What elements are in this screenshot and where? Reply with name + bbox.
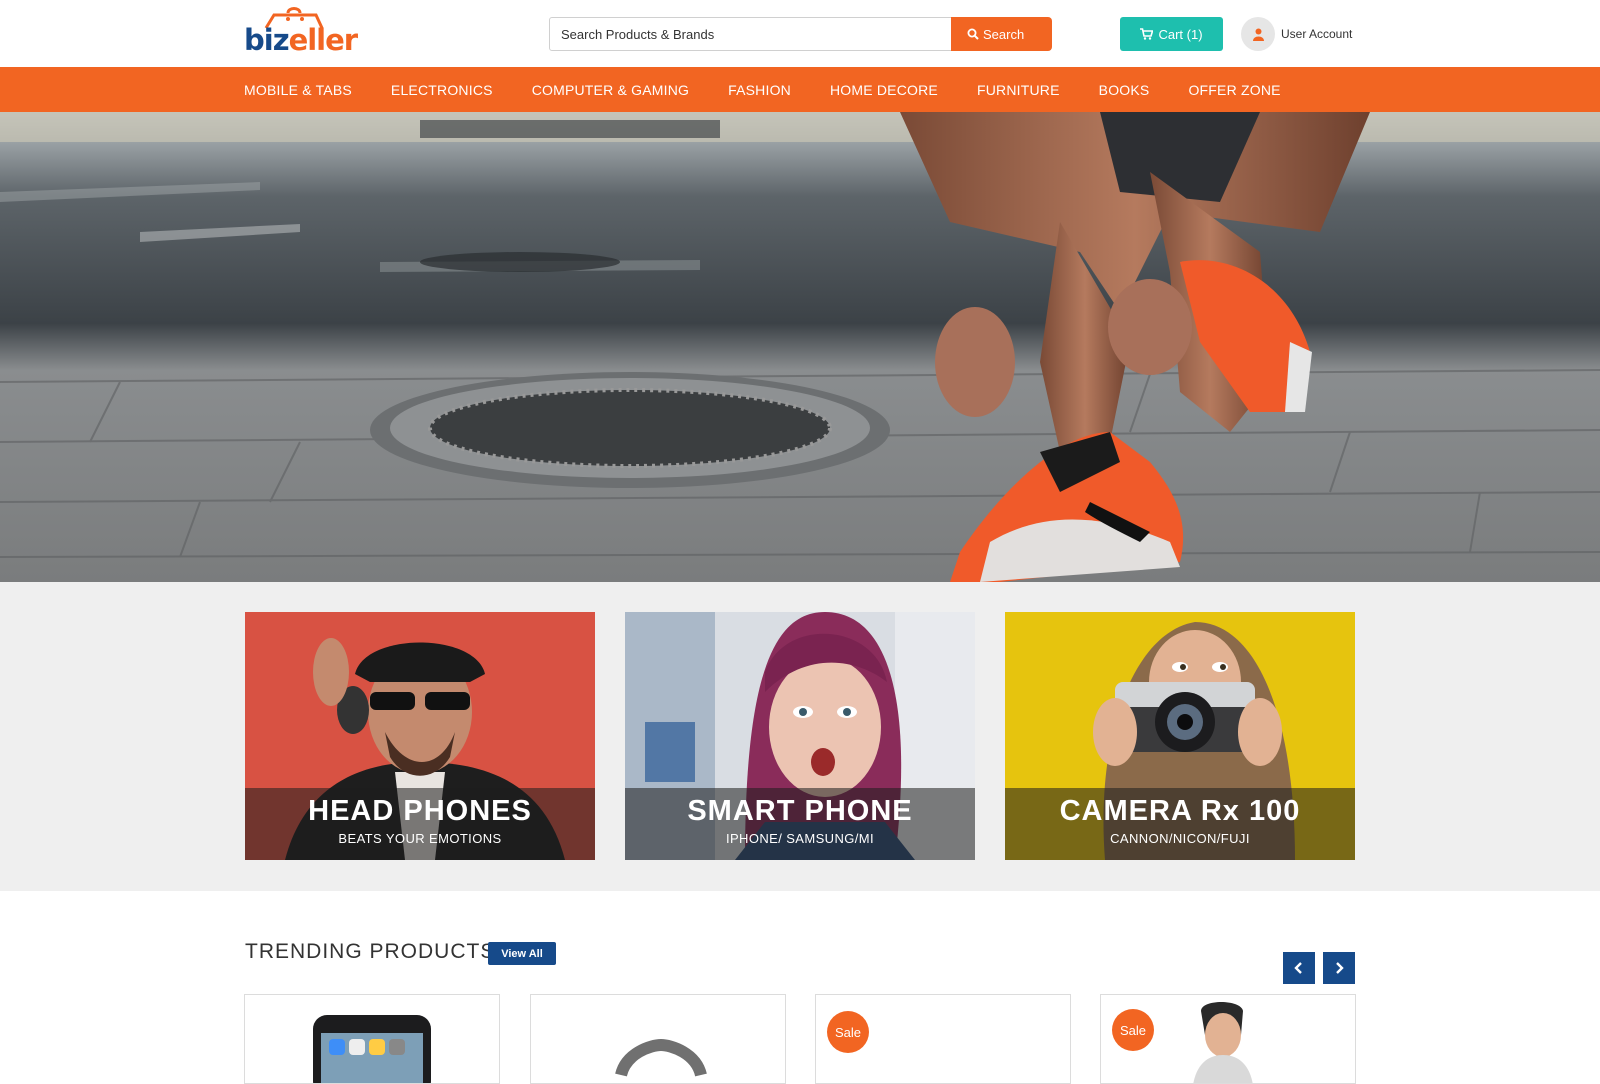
product-card[interactable]: Sale: [1100, 994, 1356, 1084]
search-input[interactable]: [549, 17, 952, 51]
product-card[interactable]: [530, 994, 786, 1084]
nav-item-fashion[interactable]: FASHION: [728, 82, 791, 98]
smartwatch-product-image: [615, 1038, 707, 1077]
nav-item-computer-gaming[interactable]: COMPUTER & GAMING: [532, 82, 689, 98]
category-nav-list: MOBILE & TABS ELECTRONICS COMPUTER & GAM…: [244, 67, 1281, 112]
search-icon: [967, 28, 979, 40]
sale-badge: Sale: [1112, 1009, 1154, 1051]
search-button-label: Search: [983, 26, 1025, 42]
section-title: TRENDING PRODUCTS: [245, 940, 496, 963]
logo-text-eller: eller: [288, 23, 359, 57]
hero-banner[interactable]: [0, 112, 1600, 582]
shopping-cart-icon: [1140, 28, 1154, 40]
nav-item-mobile-tabs[interactable]: MOBILE & TABS: [244, 82, 352, 98]
search-button[interactable]: Search: [951, 17, 1052, 51]
promo-card-camera[interactable]: CAMERA Rx 100 CANNON/NICON/FUJI: [1005, 612, 1355, 860]
chevron-left-icon: [1294, 962, 1302, 974]
product-card[interactable]: Sale: [815, 994, 1071, 1084]
site-logo[interactable]: bizeller: [244, 4, 359, 58]
logo-text-biz: biz: [244, 23, 290, 57]
avatar: [1241, 17, 1275, 51]
site-header: bizeller Search Cart (1) User Account: [0, 0, 1600, 67]
user-account-label: User Account: [1281, 27, 1353, 41]
promo-title: SMART PHONE: [687, 795, 913, 827]
category-nav: MOBILE & TABS ELECTRONICS COMPUTER & GAM…: [0, 67, 1600, 112]
hero-runner-image: [0, 112, 1600, 582]
smartphone-product-image: [313, 1015, 431, 1083]
cart-label: Cart (1): [1158, 26, 1203, 42]
user-icon: [1252, 28, 1264, 41]
cart-button[interactable]: Cart (1): [1120, 17, 1223, 51]
nav-item-furniture[interactable]: FURNITURE: [977, 82, 1060, 98]
promo-title: HEAD PHONES: [308, 795, 532, 827]
product-card[interactable]: [244, 994, 500, 1084]
sale-badge: Sale: [827, 1011, 869, 1053]
chevron-right-icon: [1336, 962, 1344, 974]
promo-subtitle: IPHONE/ SAMSUNG/MI: [725, 831, 875, 846]
nav-item-electronics[interactable]: ELECTRONICS: [391, 82, 493, 98]
carousel-prev-button[interactable]: [1283, 952, 1315, 984]
promo-card-smartphone[interactable]: SMART PHONE IPHONE/ SAMSUNG/MI: [625, 612, 975, 860]
view-all-button[interactable]: View All: [488, 942, 556, 965]
nav-item-home-decore[interactable]: HOME DECORE: [830, 82, 938, 98]
promo-section: HEAD PHONES BEATS YOUR EMOTIONS SMART PH…: [0, 582, 1600, 891]
carousel-next-button[interactable]: [1323, 952, 1355, 984]
promo-subtitle: CANNON/NICON/FUJI: [1110, 831, 1250, 846]
nav-item-offer-zone[interactable]: OFFER ZONE: [1188, 82, 1280, 98]
promo-subtitle: BEATS YOUR EMOTIONS: [338, 831, 502, 846]
user-account-link[interactable]: User Account: [1241, 17, 1352, 51]
promo-title: CAMERA Rx 100: [1059, 795, 1301, 827]
logo-wordmark: bizeller: [244, 22, 359, 58]
promo-card-headphones[interactable]: HEAD PHONES BEATS YOUR EMOTIONS: [245, 612, 595, 860]
nav-item-books[interactable]: BOOKS: [1099, 82, 1150, 98]
